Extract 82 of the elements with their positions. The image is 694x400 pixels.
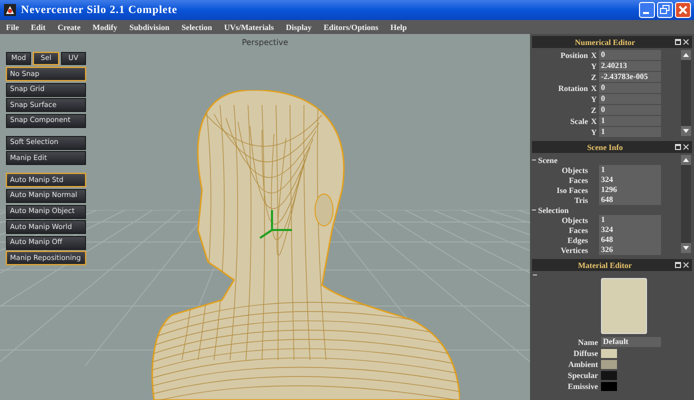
app-logo-icon [3, 3, 17, 17]
field-label: Specular [566, 370, 599, 380]
menu-item[interactable]: Editors/Options [324, 22, 378, 32]
scroll-down-icon[interactable] [681, 126, 691, 136]
field-label: Faces [568, 176, 589, 184]
minimize-button[interactable] [639, 2, 655, 18]
value-field: 648 [599, 235, 661, 245]
value-field[interactable]: 0 [599, 50, 661, 60]
field-label: Objects [560, 216, 589, 224]
value-field: 324 [599, 175, 661, 185]
menu-item[interactable]: File [6, 22, 19, 32]
field-label: Rotation [557, 84, 589, 92]
field-label: Objects [560, 166, 589, 174]
field-label: Position [559, 50, 589, 60]
axis-label: X [591, 116, 598, 126]
color-swatch[interactable] [601, 382, 617, 390]
collapse-icon[interactable] [533, 273, 537, 277]
scroll-up-icon[interactable] [681, 50, 691, 60]
close-icon[interactable] [683, 39, 689, 45]
field-label: Emissive [566, 382, 599, 390]
value-field: 1296 [599, 185, 661, 195]
collapse-icon[interactable] [532, 208, 536, 212]
value-field: 326 [599, 245, 661, 255]
menu-item[interactable]: Selection [181, 22, 212, 32]
axis-label: Z [591, 106, 598, 114]
value-field[interactable]: 0 [599, 94, 661, 104]
value-field[interactable]: 2.40213 [599, 61, 661, 71]
color-swatch[interactable] [601, 370, 617, 380]
float-icon[interactable] [675, 39, 681, 45]
axis-label: X [591, 50, 598, 60]
field-label: Iso Faces [556, 186, 589, 194]
close-button[interactable] [675, 2, 691, 18]
scrollbar[interactable] [681, 155, 691, 253]
field-label: Vertices [560, 246, 589, 254]
menu-item[interactable]: UVs/Materials [224, 22, 274, 32]
axis-label: Y [591, 94, 598, 104]
value-field: 1 [599, 215, 661, 225]
window-title: Nevercenter Silo 2.1 Complete [21, 4, 178, 16]
axis-label: X [591, 84, 598, 92]
menu-item[interactable]: Modify [92, 22, 118, 32]
menu-item[interactable]: Create [58, 22, 81, 32]
material-preview [601, 278, 647, 334]
collapse-icon[interactable] [532, 158, 536, 162]
axis-label: Y [591, 62, 598, 70]
field-label: Diffuse [572, 348, 599, 358]
value-field[interactable]: 0 [599, 105, 661, 115]
field-label: Scale [569, 116, 589, 126]
scroll-up-icon[interactable] [681, 155, 691, 165]
value-field[interactable]: -2.43783e-005 [599, 72, 661, 82]
float-icon[interactable] [675, 144, 681, 150]
field-label: Ambient [567, 360, 599, 368]
panel-title: Scene Info [586, 142, 624, 152]
menu-item[interactable]: Edit [30, 22, 46, 32]
color-swatch[interactable] [601, 348, 617, 358]
scrollbar[interactable] [681, 50, 691, 136]
section-heading: Selection [538, 206, 569, 214]
section-heading: Scene [538, 156, 558, 164]
value-field[interactable]: 0 [599, 83, 661, 93]
close-icon[interactable] [683, 262, 689, 268]
field-label: Faces [568, 226, 589, 234]
close-icon[interactable] [683, 144, 689, 150]
field-label: Edges [566, 236, 589, 244]
name-field[interactable]: Default [601, 337, 661, 347]
restore-button[interactable] [657, 2, 673, 18]
viewport-label: Perspective [242, 38, 288, 47]
panel-title: Material Editor [577, 260, 633, 270]
field-label: Name [577, 338, 599, 346]
color-swatch[interactable] [601, 360, 617, 368]
axis-label: Z [591, 72, 598, 82]
value-field: 324 [599, 225, 661, 235]
axis-label: Y [591, 128, 598, 136]
menu-item[interactable]: Subdivision [129, 22, 170, 32]
value-field[interactable]: 1 [599, 116, 661, 126]
scroll-down-icon[interactable] [681, 243, 691, 253]
value-field[interactable]: 1 [599, 127, 661, 137]
float-icon[interactable] [675, 262, 681, 268]
panel-title: Numerical Editor [574, 38, 636, 46]
menu-item[interactable]: Help [390, 22, 407, 32]
value-field: 1 [599, 165, 661, 175]
field-label: Tris [573, 196, 589, 204]
value-field: 648 [599, 195, 661, 205]
menu-item[interactable]: Display [286, 22, 312, 32]
